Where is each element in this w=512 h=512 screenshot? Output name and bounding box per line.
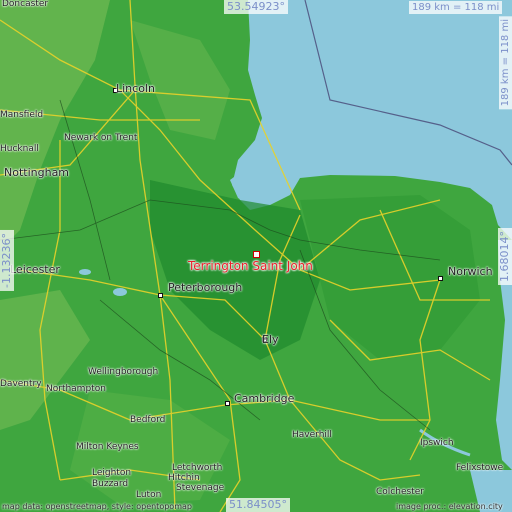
map-view[interactable]: Doncaster Lincoln Mansfield Newark on Tr… (0, 0, 512, 512)
town-marker (225, 401, 230, 406)
place-label-leighton-buzzard: Leighton Buzzard (92, 468, 132, 489)
place-label-doncaster: Doncaster (2, 0, 49, 9)
place-label-peterborough: Peterborough (168, 281, 243, 294)
place-label-cambridge: Cambridge (234, 392, 295, 405)
attribution-left: map data: openstreetmap, style: opentopo… (2, 502, 192, 511)
place-label-luton: Luton (136, 490, 162, 500)
place-label-colchester: Colchester (376, 487, 424, 497)
place-label-ely: Ely (262, 333, 279, 346)
place-label-milton-keynes: Milton Keynes (76, 442, 139, 452)
place-label-leicester: Leicester (10, 263, 60, 276)
town-marker (438, 276, 443, 281)
place-label-northampton: Northampton (46, 384, 106, 394)
place-label-hitchin: Hitchin (168, 473, 200, 483)
place-label-bedford: Bedford (130, 415, 166, 425)
scale-horizontal: 189 km = 118 mi (409, 1, 503, 14)
place-label-wellingborough: Wellingborough (88, 367, 159, 377)
scale-vertical: 189 km = 118 mi (499, 16, 512, 110)
place-label-lincoln: Lincoln (116, 82, 155, 95)
location-label: Terrington Saint John (188, 259, 313, 273)
place-label-ipswich: Ipswich (420, 438, 454, 448)
place-label-nottingham: Nottingham (4, 166, 70, 179)
place-label-mansfield: Mansfield (0, 110, 44, 120)
town-marker (158, 293, 163, 298)
place-label-stevenage: Stevenage (176, 483, 225, 493)
place-label-daventry: Daventry (0, 379, 42, 389)
place-label-norwich: Norwich (448, 265, 493, 278)
east-longitude-label: 1.68014° (498, 228, 512, 285)
place-label-newark: Newark on Trent (64, 133, 138, 143)
place-label-haverhill: Haverhill (292, 430, 332, 440)
north-latitude-label: 53.54923° (224, 0, 288, 14)
place-label-hucknall: Hucknall (0, 144, 39, 154)
attribution-right: image proc.: elevation.city (396, 502, 503, 511)
west-longitude-label: -1.13236° (0, 230, 14, 291)
place-label-letchworth: Letchworth (172, 463, 223, 473)
south-latitude-label: 51.84505° (226, 498, 290, 512)
location-marker[interactable] (253, 251, 260, 258)
place-label-felixstowe: Felixstowe (456, 463, 504, 473)
